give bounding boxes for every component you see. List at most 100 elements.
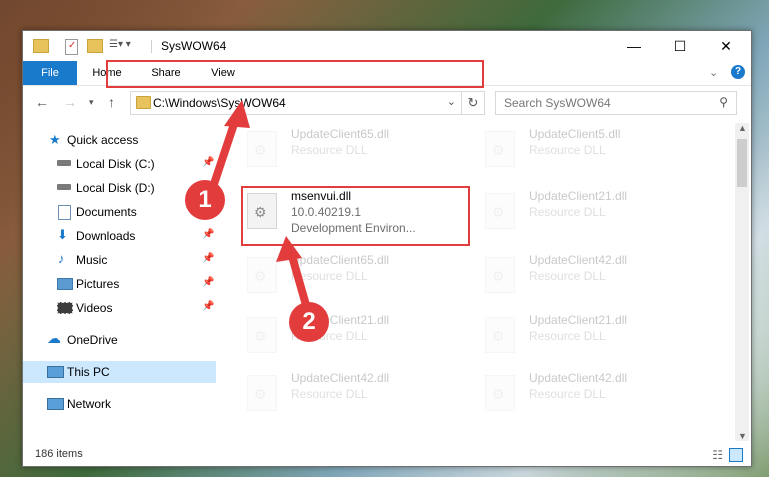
sidebar-item-label: Pictures <box>76 277 120 291</box>
properties-icon[interactable]: ✓ <box>65 39 78 55</box>
file-item[interactable]: ⚙ UpdateClient42.dll Resource DLL <box>241 371 441 425</box>
pin-icon[interactable]: 📌 <box>202 229 214 240</box>
sidebar-item-music[interactable]: ♪ Music 📌 <box>23 249 216 271</box>
help-icon[interactable]: ? <box>731 65 745 79</box>
dll-file-icon: ⚙ <box>485 375 515 411</box>
file-type: Resource DLL <box>291 269 368 283</box>
pin-icon[interactable]: 📌 <box>202 277 214 288</box>
up-arrow-icon[interactable]: ↑ <box>108 94 115 110</box>
refresh-icon[interactable]: ↻ <box>461 92 484 114</box>
sidebar-item-videos[interactable]: Videos 📌 <box>23 297 216 319</box>
recent-locations-icon[interactable]: ▾ <box>89 97 94 108</box>
file-highlight <box>241 186 470 246</box>
file-name: UpdateClient21.dll <box>529 313 628 327</box>
file-name: UpdateClient42.dll <box>529 371 628 385</box>
title-bar: ✓ ☰▾ ▾ SysWOW64 — ☐ ✕ <box>23 31 751 61</box>
file-type: Resource DLL <box>529 143 606 157</box>
file-name: UpdateClient65.dll <box>291 127 390 141</box>
pin-icon[interactable]: 📌 <box>202 157 214 168</box>
dll-file-icon: ⚙ <box>247 317 277 353</box>
cloud-icon: ☁ <box>47 330 61 346</box>
forward-arrow-icon[interactable]: → <box>63 94 77 110</box>
search-icon[interactable]: ⚲ <box>719 95 728 109</box>
tab-file[interactable]: File <box>23 61 77 85</box>
sidebar-item-local-disk-c[interactable]: Local Disk (C:) 📌 <box>23 153 216 175</box>
step-badge-2: 2 <box>289 302 329 342</box>
sidebar-item-label: Local Disk (C:) <box>76 157 155 171</box>
sidebar-item-label: Videos <box>76 301 113 315</box>
explorer-window: ✓ ☰▾ ▾ SysWOW64 — ☐ ✕ File Home Share Vi… <box>22 30 752 467</box>
sidebar-item-onedrive[interactable]: ☁ OneDrive <box>23 329 216 351</box>
file-name: UpdateClient65.dll <box>291 253 390 267</box>
maximize-button[interactable]: ☐ <box>657 31 703 61</box>
dll-file-icon: ⚙ <box>485 131 515 167</box>
address-bar-highlight <box>106 60 484 88</box>
music-note-icon: ♪ <box>58 251 65 266</box>
address-bar[interactable]: C:\Windows\SysWOW64 ⌄ ↻ <box>130 91 485 115</box>
scroll-up-arrow-icon[interactable]: ▲ <box>738 123 747 133</box>
minimize-button[interactable]: — <box>611 31 657 61</box>
dll-file-icon: ⚙ <box>247 375 277 411</box>
expand-ribbon-icon[interactable]: ⌄ <box>709 66 718 79</box>
search-box[interactable]: Search SysWOW64 ⚲ <box>495 91 737 115</box>
file-item[interactable]: ⚙ UpdateClient21.dll Resource DLL <box>479 313 679 367</box>
file-type: Resource DLL <box>529 269 606 283</box>
sidebar-item-downloads[interactable]: ⬇ Downloads 📌 <box>23 225 216 247</box>
file-item[interactable]: ⚙ UpdateClient21.dll Resource DLL <box>479 189 679 243</box>
sidebar-item-network[interactable]: Network <box>23 393 216 415</box>
scroll-down-arrow-icon[interactable]: ▼ <box>738 431 747 441</box>
close-button[interactable]: ✕ <box>703 31 749 61</box>
dll-file-icon: ⚙ <box>485 257 515 293</box>
file-type: Resource DLL <box>291 387 368 401</box>
address-dropdown-icon[interactable]: ⌄ <box>447 95 456 108</box>
sidebar-item-label: Quick access <box>67 133 139 147</box>
file-item[interactable]: ⚙ UpdateClient42.dll Resource DLL <box>479 371 679 425</box>
sidebar-item-label: Documents <box>76 205 137 219</box>
customize-quick-access-icon[interactable]: ☰▾ ▾ <box>109 39 137 53</box>
drive-icon <box>57 184 71 190</box>
back-arrow-icon[interactable]: ← <box>35 94 49 110</box>
details-view-icon[interactable]: ☷ <box>712 448 723 462</box>
new-folder-icon[interactable] <box>87 39 103 53</box>
dll-file-icon: ⚙ <box>485 193 515 229</box>
sidebar-item-label: This PC <box>67 365 110 379</box>
film-strip-icon <box>57 302 73 314</box>
pictures-icon <box>57 278 73 290</box>
file-item[interactable]: ⚙ UpdateClient42.dll Resource DLL <box>479 253 679 307</box>
documents-icon <box>58 205 71 220</box>
scrollbar-thumb[interactable] <box>737 139 747 187</box>
folder-icon <box>33 39 49 53</box>
sidebar-item-quick-access[interactable]: ★ Quick access <box>23 129 216 151</box>
download-arrow-icon: ⬇ <box>57 227 68 242</box>
navigation-bar: ← → ▾ ↑ C:\Windows\SysWOW64 ⌄ ↻ Search S… <box>23 86 751 120</box>
file-type: Resource DLL <box>529 205 606 219</box>
file-name: UpdateClient42.dll <box>291 371 390 385</box>
file-type: Resource DLL <box>529 387 606 401</box>
dll-file-icon: ⚙ <box>247 131 277 167</box>
vertical-scrollbar[interactable]: ▲ ▼ <box>735 123 749 441</box>
pin-icon[interactable]: 📌 <box>202 301 214 312</box>
sidebar-item-this-pc[interactable]: This PC <box>23 361 216 383</box>
window-title: SysWOW64 <box>161 39 227 53</box>
status-bar: 186 items ☷ <box>23 444 751 466</box>
file-item[interactable]: ⚙ UpdateClient21.dll Resource DLL <box>241 313 441 367</box>
folder-icon <box>136 96 151 109</box>
title-separator <box>151 40 152 53</box>
file-name: UpdateClient5.dll <box>529 127 621 141</box>
file-item[interactable]: ⚙ UpdateClient65.dll Resource DLL <box>241 127 441 181</box>
computer-icon <box>47 366 64 378</box>
sidebar-item-label: Local Disk (D:) <box>76 181 155 195</box>
dll-file-icon: ⚙ <box>485 317 515 353</box>
search-placeholder: Search SysWOW64 <box>504 96 611 110</box>
pin-icon[interactable]: 📌 <box>202 253 214 264</box>
star-icon: ★ <box>49 132 61 147</box>
item-count: 186 items <box>35 448 83 460</box>
file-item[interactable]: ⚙ UpdateClient65.dll Resource DLL <box>241 253 441 307</box>
sidebar-item-label: Downloads <box>76 229 136 243</box>
sidebar-item-pictures[interactable]: Pictures 📌 <box>23 273 216 295</box>
large-icons-view-icon[interactable] <box>729 448 743 462</box>
dll-file-icon: ⚙ <box>247 257 277 293</box>
file-item[interactable]: ⚙ UpdateClient5.dll Resource DLL <box>479 127 679 181</box>
file-type: Resource DLL <box>291 143 368 157</box>
address-path[interactable]: C:\Windows\SysWOW64 <box>153 96 286 110</box>
